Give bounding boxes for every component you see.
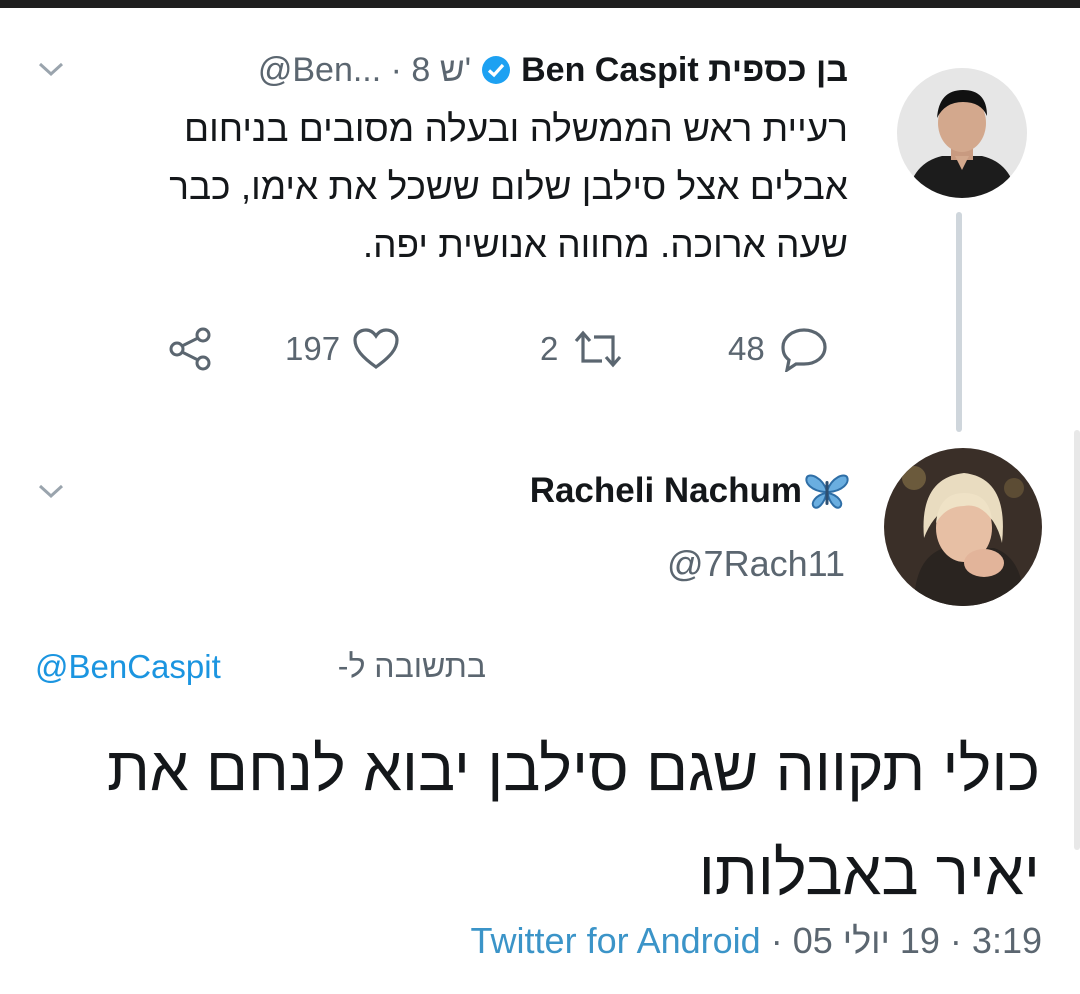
like-button[interactable]: 197	[285, 318, 400, 380]
heart-icon	[353, 328, 399, 369]
tweet-text-line: אבלים אצל סילבן שלום ששכל את אימו, כבר	[169, 166, 848, 207]
retweet-button[interactable]: 2	[540, 318, 624, 380]
tweet-time: 3:19	[971, 920, 1042, 961]
like-count: 197	[285, 330, 341, 367]
share-button[interactable]	[165, 318, 217, 380]
replying-to-label: בתשובה ל-	[337, 648, 486, 684]
reply-text-line: יאיר באבלותו	[698, 839, 1040, 908]
scrollbar[interactable]	[1074, 430, 1080, 850]
retweet-icon	[575, 330, 622, 368]
share-icon	[169, 327, 211, 371]
comment-icon	[781, 328, 827, 372]
tweet-text-line: רעיית ראש הממשלה ובעלה מסובים בניחום	[184, 108, 848, 149]
tweet-text: רעיית ראש הממשלה ובעלה מסובים בניחום אבל…	[48, 100, 848, 274]
thread-connector-line	[956, 212, 962, 432]
reply-text: כולי תקווה שגם סילבן יבוא לנחם את יאיר ב…	[30, 718, 1040, 926]
reply-text-line: כולי תקווה שגם סילבן יבוא לנחם את	[106, 735, 1040, 804]
chevron-down-icon[interactable]	[36, 58, 66, 80]
reply-author-name-text: Racheli Nachum	[529, 471, 802, 510]
chevron-down-icon[interactable]	[36, 480, 66, 502]
tweet-date: 19 יולי 05	[792, 920, 940, 961]
tweet-author-name[interactable]: Ben Caspit בן כספית	[521, 51, 848, 90]
top-edge-bar	[0, 0, 1080, 8]
footer-separator: ·	[949, 920, 962, 961]
verified-badge-icon	[482, 56, 511, 84]
tweet-time[interactable]: 8 ש'	[411, 51, 471, 89]
reply-author-name[interactable]: Racheli Nachum	[530, 466, 850, 516]
retweet-count: 2	[540, 330, 559, 367]
tweet-footer: Twitter for Android · 19 יולי 05 · 3:19	[471, 920, 1042, 962]
reply-count: 48	[728, 330, 765, 367]
avatar-racheli-nachum[interactable]	[884, 448, 1042, 606]
footer-separator: ·	[770, 920, 783, 961]
tweet-text-line: שעה ארוכה. מחווה אנושית יפה.	[362, 224, 848, 265]
butterfly-icon	[805, 474, 849, 509]
tweet-source-link[interactable]: Twitter for Android	[471, 920, 761, 962]
replying-to-handle[interactable]: @BenCaspit	[35, 648, 221, 686]
reply-author-handle[interactable]: @7Rach11	[667, 543, 845, 585]
reply-button[interactable]: 48	[728, 318, 829, 380]
tweet-meta: @Ben... · 8 ש'	[257, 50, 472, 89]
tweet-handle[interactable]: @Ben...	[258, 51, 381, 89]
avatar-ben-caspit[interactable]	[897, 68, 1027, 198]
tweet-header: @Ben... · 8 ש' Ben Caspit בן כספית	[258, 42, 848, 98]
